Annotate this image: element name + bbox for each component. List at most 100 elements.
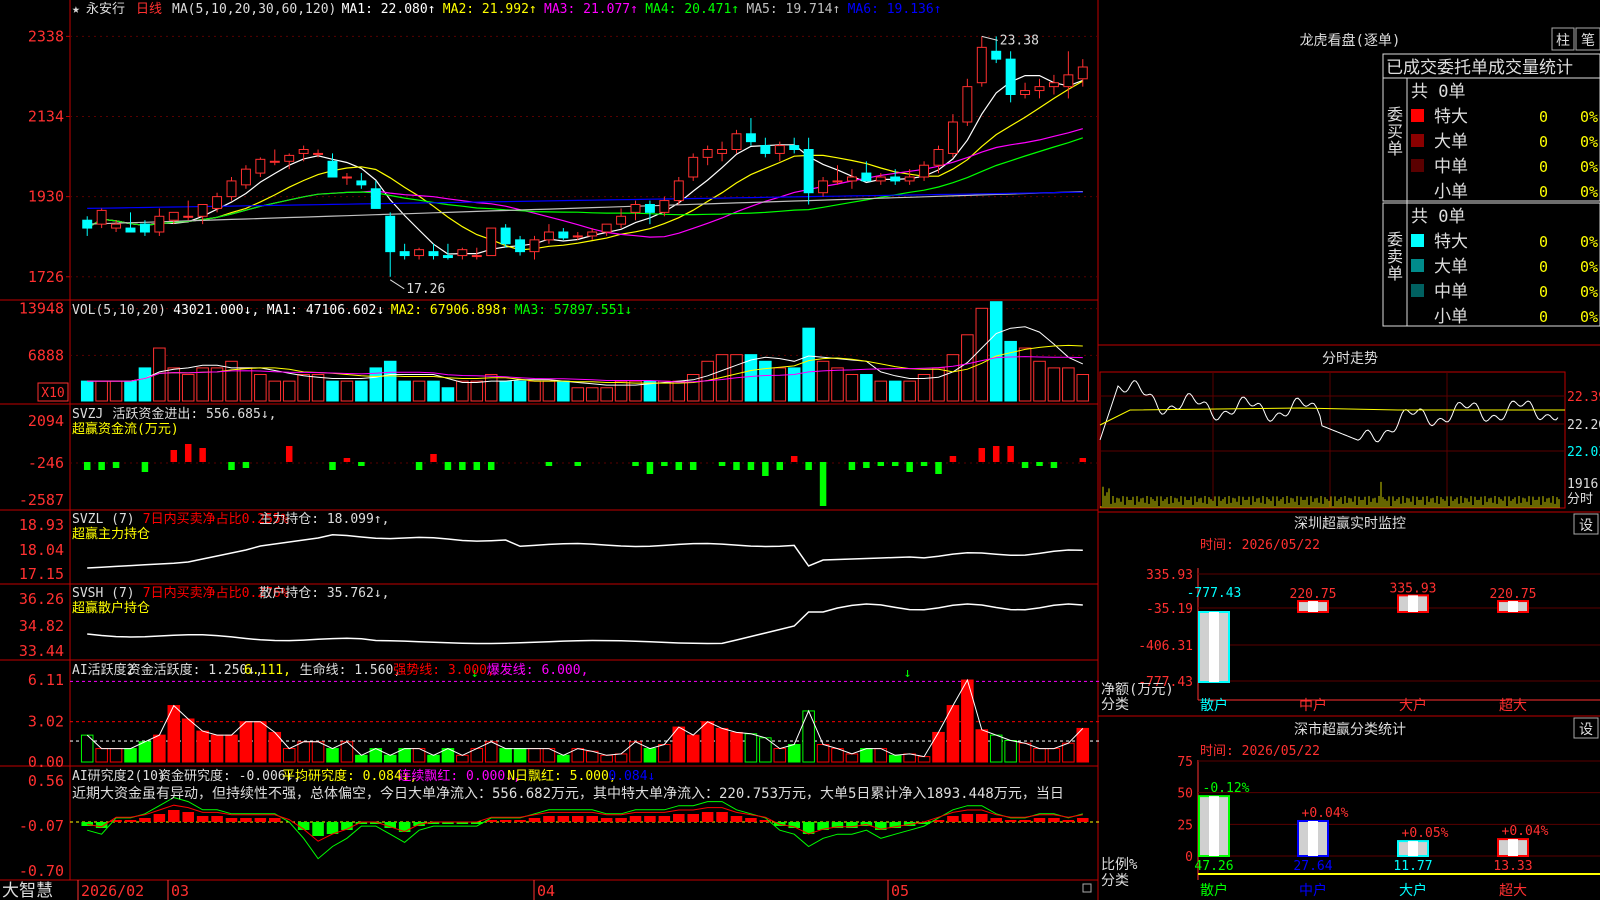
retail-hold-legend-item: SVSH (7) <box>72 586 135 601</box>
activity-bar <box>643 748 657 763</box>
flow-axis-label: -2587 <box>19 491 64 509</box>
retail-hold-subtitle: 超赢散户持仓 <box>72 600 150 616</box>
flow-bar <box>877 462 885 466</box>
research-bar <box>139 818 151 822</box>
activity-bar <box>816 744 830 763</box>
volume-bar <box>95 380 108 402</box>
order-count: 0 <box>1539 308 1548 326</box>
volume-bar <box>282 380 296 402</box>
activity-bar <box>427 754 440 763</box>
candle <box>197 204 208 217</box>
stats-value-label: 27.64 <box>1293 859 1332 874</box>
price-axis-label: 2134 <box>28 108 64 126</box>
stock-chart-canvas[interactable]: 2338 2134 1930 1726 17.26 23.38 ★ 永安行 日线 MA(5,10,… <box>0 0 1600 900</box>
candle <box>587 231 598 237</box>
candle <box>486 227 497 257</box>
candle <box>572 235 583 238</box>
stats-xlabel: 分类 <box>1101 873 1129 889</box>
ma-legend-item: MA2: 21.992↑ <box>443 2 537 17</box>
candle <box>962 86 973 123</box>
active-legend-item: 强势线: 3.000, <box>393 662 495 678</box>
volume-bar <box>268 380 282 402</box>
volume-legend-item: MA1: 47106.602↓ <box>267 303 384 318</box>
order-percent: 0% <box>1580 258 1598 276</box>
flow-bar <box>1007 446 1014 462</box>
activity-bar <box>845 753 859 763</box>
research-bar <box>196 816 209 822</box>
monitor-value-label: 335.93 <box>1390 581 1437 596</box>
candle <box>1063 74 1074 88</box>
activity-bar <box>124 748 137 763</box>
activity-signal-arrow: ↓ <box>904 666 912 681</box>
flow-bar <box>228 462 235 470</box>
activity-bar <box>759 737 772 763</box>
volume-bar <box>773 367 787 402</box>
activity-bar <box>1033 748 1046 763</box>
stats-value-label: 13.33 <box>1493 859 1532 874</box>
research-bar <box>225 818 238 822</box>
research-bar <box>182 812 194 822</box>
period-label: 日线 <box>136 2 162 17</box>
candle <box>774 145 785 154</box>
candle <box>558 231 569 239</box>
intraday-price-label: 22.39 <box>1567 390 1600 405</box>
flow-bar <box>415 462 423 470</box>
research-bar <box>701 812 714 822</box>
research-bar <box>730 816 743 822</box>
order-count: 0 <box>1539 233 1548 251</box>
candle <box>919 164 930 178</box>
flow-subtitle: 超赢资金流(万元) <box>72 421 179 437</box>
volume-bar <box>816 360 830 402</box>
monitor-xlabel: 分类 <box>1101 697 1129 713</box>
research-bar <box>976 814 988 822</box>
activity-bar <box>802 710 815 763</box>
flow-bar <box>848 462 856 470</box>
volume-bar <box>1004 340 1017 402</box>
stats-delta-label: +0.04% <box>1502 824 1549 839</box>
activity-bar <box>888 754 902 763</box>
pen-button-label: 笔 <box>1581 33 1595 49</box>
candle <box>168 211 179 221</box>
activity-bar <box>658 744 671 763</box>
activity-bar <box>744 733 758 763</box>
sell-group-label: 委卖单 <box>0 0 3 1</box>
activity-bar <box>282 748 296 763</box>
stats-category-label: 中户 <box>1299 882 1327 899</box>
volume-legend-item: MA3: 57897.551↓ <box>515 303 632 318</box>
candle <box>947 121 958 154</box>
min-price-label: 17.26 <box>406 282 445 297</box>
stats-bar-highlight <box>1508 839 1518 856</box>
flow-bar <box>747 462 755 470</box>
volume-bar <box>528 380 541 402</box>
candle <box>139 223 150 233</box>
research-bar <box>254 818 267 822</box>
flow-bar <box>661 462 668 466</box>
volume-bar <box>1047 367 1061 402</box>
volume-bar <box>456 380 469 402</box>
activity-bar <box>138 741 152 763</box>
candle <box>803 149 814 194</box>
background <box>0 0 1600 900</box>
stats-delta-label: +0.05% <box>1402 826 1449 841</box>
research-bar <box>543 816 555 822</box>
stats-axis-label: 75 <box>1177 755 1193 770</box>
activity-bar <box>600 754 613 763</box>
research-bar <box>312 822 324 836</box>
volume-bar <box>600 387 613 402</box>
main-hold-legend-item: 主力持仓: 18.099↑, <box>259 512 389 527</box>
volume-legend-item: 43021.000↓, <box>173 303 259 318</box>
flow-bar <box>733 462 740 470</box>
stats-category-label: 超大 <box>1499 883 1527 899</box>
volume-bar <box>845 374 859 402</box>
research-bar <box>1077 818 1089 822</box>
volume-bar <box>860 374 873 402</box>
stats-header: 已成交委托单成交量统计 <box>1386 58 1573 78</box>
ma-legend-item: MA3: 21.077↑ <box>544 2 638 17</box>
monitor-title: 深圳超赢实时监控 <box>1294 515 1406 532</box>
activity-bar <box>557 754 570 763</box>
activity-bar <box>1018 742 1032 763</box>
candle <box>457 249 468 257</box>
flow-bar <box>906 462 913 472</box>
candle <box>269 160 280 163</box>
monitor-bar-highlight <box>1408 595 1418 612</box>
